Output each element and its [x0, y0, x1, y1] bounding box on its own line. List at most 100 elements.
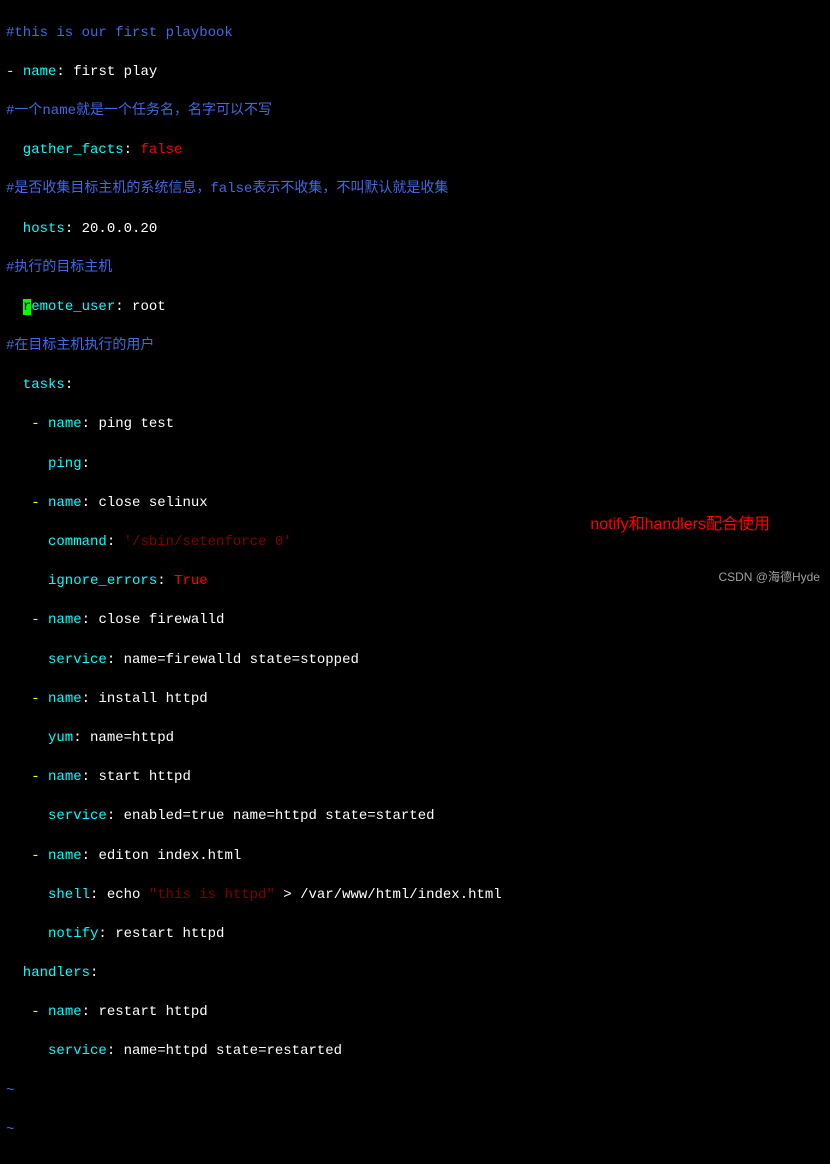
- colon: :: [65, 221, 82, 237]
- key: name: [48, 416, 82, 432]
- key: ping: [6, 456, 82, 472]
- key: name: [48, 612, 82, 628]
- dash: -: [6, 495, 48, 511]
- comment: #一个name就是一个任务名，名字可以不写: [6, 103, 272, 119]
- value: ping test: [98, 416, 174, 432]
- key: name: [48, 848, 82, 864]
- key: service: [6, 808, 107, 824]
- code-line: yum: name=httpd: [6, 729, 824, 749]
- key: name: [48, 1004, 82, 1020]
- colon: :: [107, 1043, 124, 1059]
- colon: :: [82, 612, 99, 628]
- key: hosts: [6, 221, 65, 237]
- dash: -: [6, 1004, 48, 1020]
- colon: :: [90, 887, 107, 903]
- colon: :: [82, 848, 99, 864]
- comment: #this is our first playbook: [6, 25, 233, 41]
- key: name: [48, 495, 82, 511]
- code-line: - name: start httpd: [6, 768, 824, 788]
- key: service: [6, 1043, 107, 1059]
- code-line: #是否收集目标主机的系统信息，false表示不收集，不叫默认就是收集: [6, 180, 824, 200]
- colon: :: [82, 456, 90, 472]
- colon: :: [82, 1004, 99, 1020]
- key: ignore_errors: [6, 573, 157, 589]
- value: editon index.html: [98, 848, 241, 864]
- string: "this is httpd": [149, 887, 275, 903]
- code-line: ignore_errors: True: [6, 572, 824, 592]
- code-line: tasks:: [6, 376, 824, 396]
- key: command: [6, 534, 107, 550]
- code-line: remote_user: root: [6, 298, 824, 318]
- value: restart httpd: [115, 926, 224, 942]
- dash: -: [6, 612, 48, 628]
- key: service: [6, 652, 107, 668]
- code-line: service: enabled=true name=httpd state=s…: [6, 807, 824, 827]
- colon: :: [82, 495, 99, 511]
- value: '/sbin/setenforce 0': [124, 534, 292, 550]
- value: name=httpd state=restarted: [124, 1043, 342, 1059]
- value: start httpd: [98, 769, 190, 785]
- code-line: #执行的目标主机: [6, 259, 824, 279]
- key: name: [48, 769, 82, 785]
- comment: #在目标主机执行的用户: [6, 338, 154, 354]
- dash: -: [6, 691, 48, 707]
- colon: :: [124, 142, 141, 158]
- key: notify: [6, 926, 98, 942]
- dash: -: [6, 848, 48, 864]
- value: false: [140, 142, 182, 158]
- annotation-text: notify和handlers配合使用: [590, 514, 770, 536]
- cursor: r: [23, 299, 31, 315]
- value: echo: [107, 887, 149, 903]
- colon: :: [90, 965, 98, 981]
- comment: #是否收集目标主机的系统信息，false表示不收集，不叫默认就是收集: [6, 181, 448, 197]
- value: name=firewalld state=stopped: [124, 652, 359, 668]
- colon: :: [73, 730, 90, 746]
- code-line: ping:: [6, 455, 824, 475]
- value: restart httpd: [98, 1004, 207, 1020]
- code-line: handlers:: [6, 964, 824, 984]
- key: name: [48, 691, 82, 707]
- key: gather_facts: [6, 142, 124, 158]
- value: install httpd: [98, 691, 207, 707]
- code-line: shell: echo "this is httpd" > /var/www/h…: [6, 886, 824, 906]
- colon: :: [82, 416, 99, 432]
- colon: :: [107, 808, 124, 824]
- value: name=httpd: [90, 730, 174, 746]
- code-line: #在目标主机执行的用户: [6, 337, 824, 357]
- terminal-output: #this is our first playbook - name: firs…: [0, 0, 830, 1164]
- key: shell: [6, 887, 90, 903]
- colon: :: [98, 926, 115, 942]
- comment: #执行的目标主机: [6, 260, 112, 276]
- colon: :: [157, 573, 174, 589]
- colon: :: [115, 299, 132, 315]
- code-line: hosts: 20.0.0.20: [6, 220, 824, 240]
- dash: -: [6, 416, 48, 432]
- value: close firewalld: [98, 612, 224, 628]
- value: root: [132, 299, 166, 315]
- code-line: #一个name就是一个任务名，名字可以不写: [6, 102, 824, 122]
- dash: -: [6, 769, 48, 785]
- key: name: [23, 64, 57, 80]
- colon: :: [82, 769, 99, 785]
- key: tasks: [6, 377, 65, 393]
- value: close selinux: [98, 495, 207, 511]
- vim-tilde: ~: [6, 1082, 824, 1102]
- value: first play: [73, 64, 157, 80]
- code-line: gather_facts: false: [6, 141, 824, 161]
- colon: :: [82, 691, 99, 707]
- code-line: - name: restart httpd: [6, 1003, 824, 1023]
- code-line: - name: first play: [6, 63, 824, 83]
- code-line: - name: editon index.html: [6, 847, 824, 867]
- colon: :: [107, 652, 124, 668]
- colon: :: [107, 534, 124, 550]
- colon: :: [56, 64, 73, 80]
- colon: :: [65, 377, 73, 393]
- value: enabled=true name=httpd state=started: [124, 808, 435, 824]
- key: yum: [6, 730, 73, 746]
- code-line: service: name=firewalld state=stopped: [6, 651, 824, 671]
- key: handlers: [6, 965, 90, 981]
- key: emote_user: [31, 299, 115, 315]
- value: True: [174, 573, 208, 589]
- code-line: #this is our first playbook: [6, 24, 824, 44]
- code-line: - name: ping test: [6, 415, 824, 435]
